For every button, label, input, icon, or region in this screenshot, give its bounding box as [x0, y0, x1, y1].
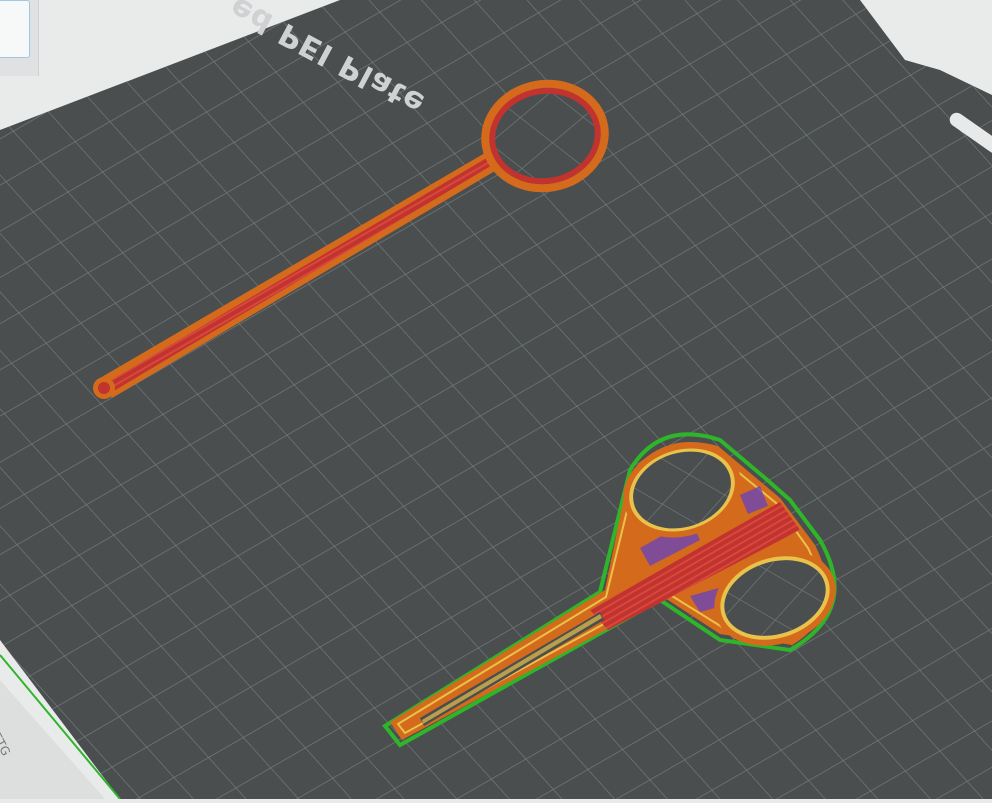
panel-toggle-icon[interactable]: [0, 0, 30, 58]
build-plate-scene[interactable]: [0, 0, 992, 800]
panel-toggle[interactable]: [0, 0, 39, 76]
plate-label: ed PEI Plate: [220, 0, 520, 122]
3d-viewport[interactable]: ed PEI Plate G/PETG: [0, 0, 992, 800]
